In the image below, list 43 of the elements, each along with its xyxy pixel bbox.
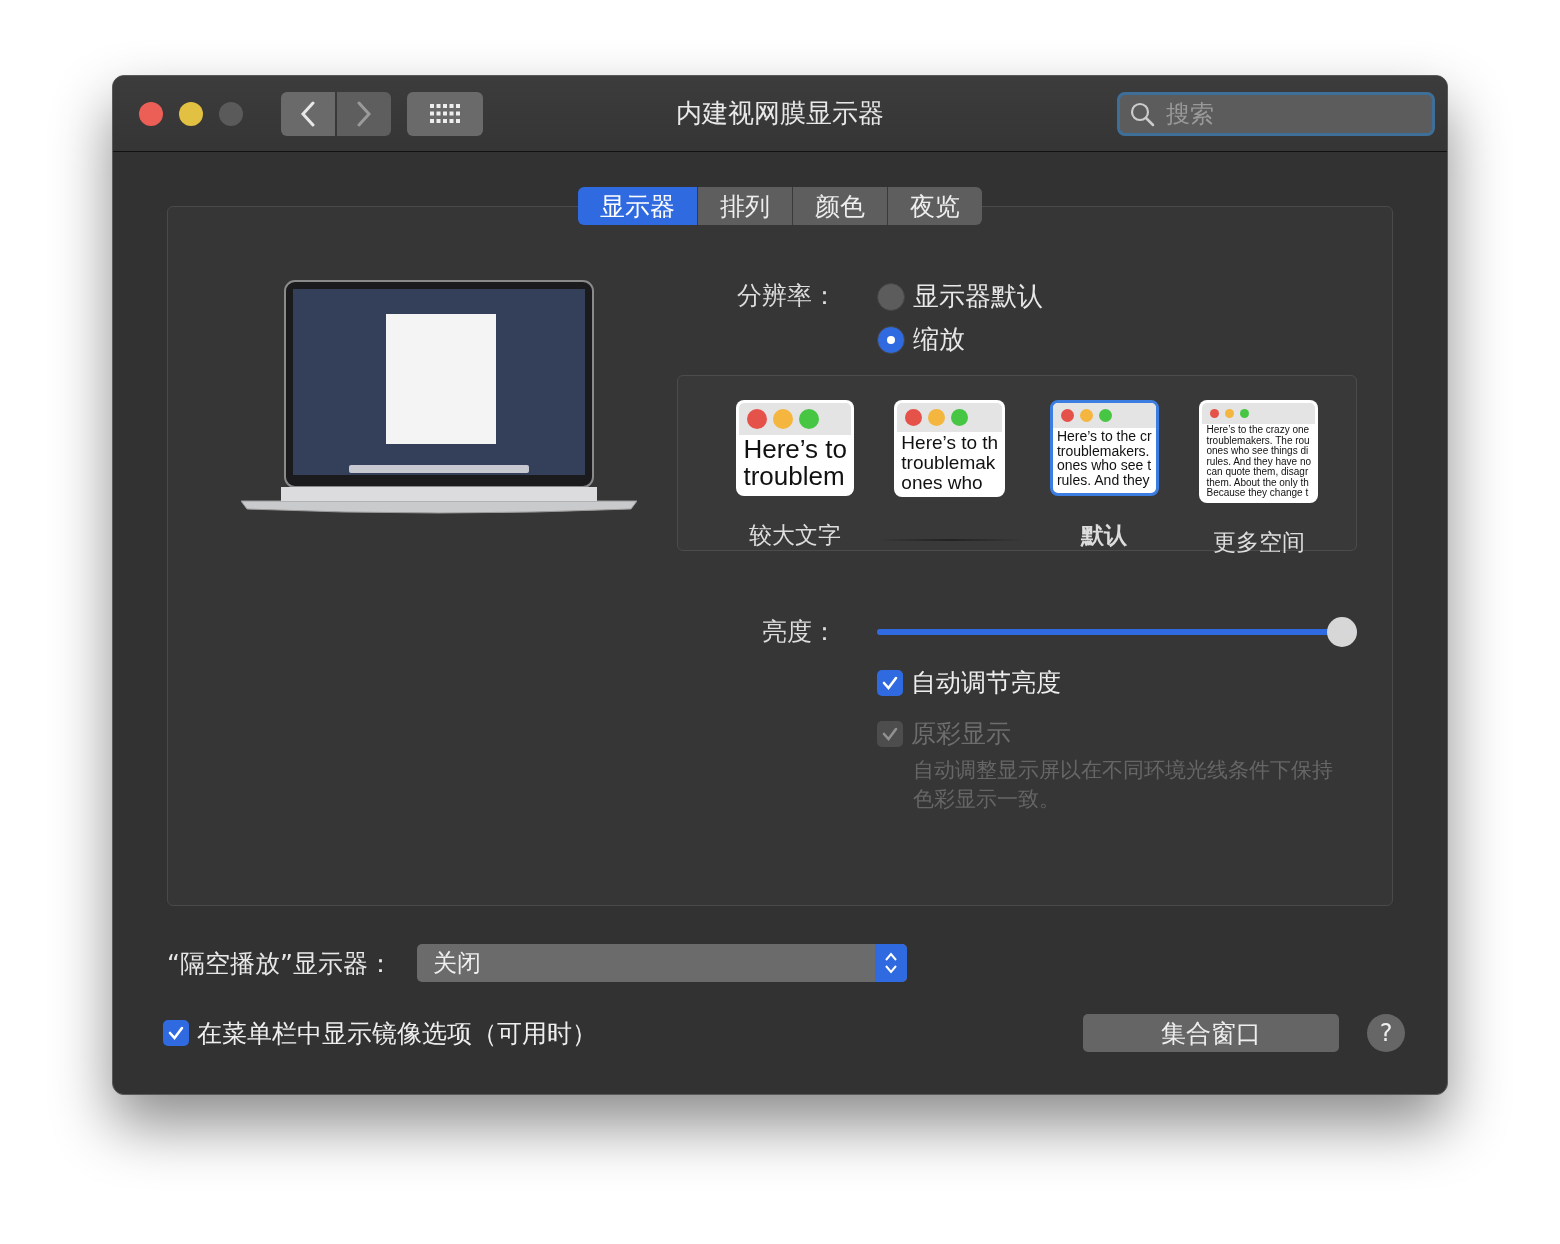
airplay-dropdown[interactable]: 关闭 bbox=[417, 944, 907, 982]
help-button[interactable]: ? bbox=[1367, 1014, 1405, 1052]
forward-button[interactable] bbox=[337, 91, 391, 136]
brightness-label: 亮度： bbox=[761, 616, 838, 648]
airplay-label: “隔空播放”显示器： bbox=[167, 947, 394, 980]
preview-text: Here’s to the cr troublemakers. ones who see t rules. And they bbox=[1055, 428, 1153, 489]
show-all-button[interactable] bbox=[407, 91, 483, 136]
slider-thumb[interactable] bbox=[1327, 616, 1357, 647]
scaling-preview[interactable]: Here’s to th troublemak ones who bbox=[894, 400, 1006, 497]
scaling-option-label: 较大文字 bbox=[749, 521, 842, 550]
updown-arrows-icon bbox=[875, 944, 907, 982]
scaling-preview[interactable]: Here’s to troublem bbox=[736, 400, 855, 496]
close-button[interactable] bbox=[139, 101, 163, 126]
preview-text: Here’s to the crazy one troublemakers. The rou ones who see things di rules. And they have no can quote them, disagr them. About the only th Because they change t bbox=[1205, 424, 1312, 500]
preview-text: Here’s to th troublemak ones who bbox=[900, 432, 1000, 494]
radio-label: 缩放 bbox=[913, 323, 965, 356]
radio-label: 显示器默认 bbox=[913, 280, 1043, 313]
checkbox-label: 自动调节亮度 bbox=[911, 667, 1061, 699]
scaling-preview[interactable]: Here’s to the crazy one troublemakers. The rou ones who see things di rules. And they have no can quote them, disagr them. About the only th Because they change t bbox=[1199, 400, 1318, 503]
scaling-option-label: 更多空间 bbox=[1212, 527, 1305, 557]
window-title: 内建视网膜显示器 bbox=[676, 97, 884, 130]
brightness-slider[interactable] bbox=[877, 616, 1357, 647]
tab[interactable]: 颜色 bbox=[793, 187, 888, 225]
tab[interactable]: 显示器 bbox=[578, 187, 698, 225]
scaling-option-label: 默认 bbox=[1081, 521, 1128, 550]
preview-text: Here’s to troublem bbox=[742, 435, 849, 492]
grid-icon bbox=[430, 103, 460, 124]
resolution-label: 分辨率： bbox=[736, 280, 838, 312]
checkbox-label: 在菜单栏中显示镜像选项（可用时） bbox=[197, 1017, 597, 1050]
checkbox[interactable] bbox=[877, 669, 903, 696]
checkbox[interactable] bbox=[163, 1020, 189, 1046]
tab[interactable]: 排列 bbox=[698, 187, 793, 225]
search-icon bbox=[1129, 100, 1155, 127]
chevron-right-icon bbox=[356, 100, 372, 127]
scaling-preview[interactable]: Here’s to the cr troublemakers. ones who see t rules. And they bbox=[1049, 400, 1159, 496]
search-field[interactable]: 搜索 bbox=[1117, 91, 1435, 136]
gather-windows-button[interactable]: 集合窗口 bbox=[1083, 1014, 1339, 1052]
tab[interactable]: 夜览 bbox=[888, 187, 982, 225]
chevron-left-icon bbox=[300, 100, 316, 127]
radio-button[interactable] bbox=[877, 282, 905, 311]
minimize-button[interactable] bbox=[179, 101, 203, 126]
back-button[interactable] bbox=[281, 91, 335, 136]
radio-button[interactable] bbox=[877, 325, 905, 354]
